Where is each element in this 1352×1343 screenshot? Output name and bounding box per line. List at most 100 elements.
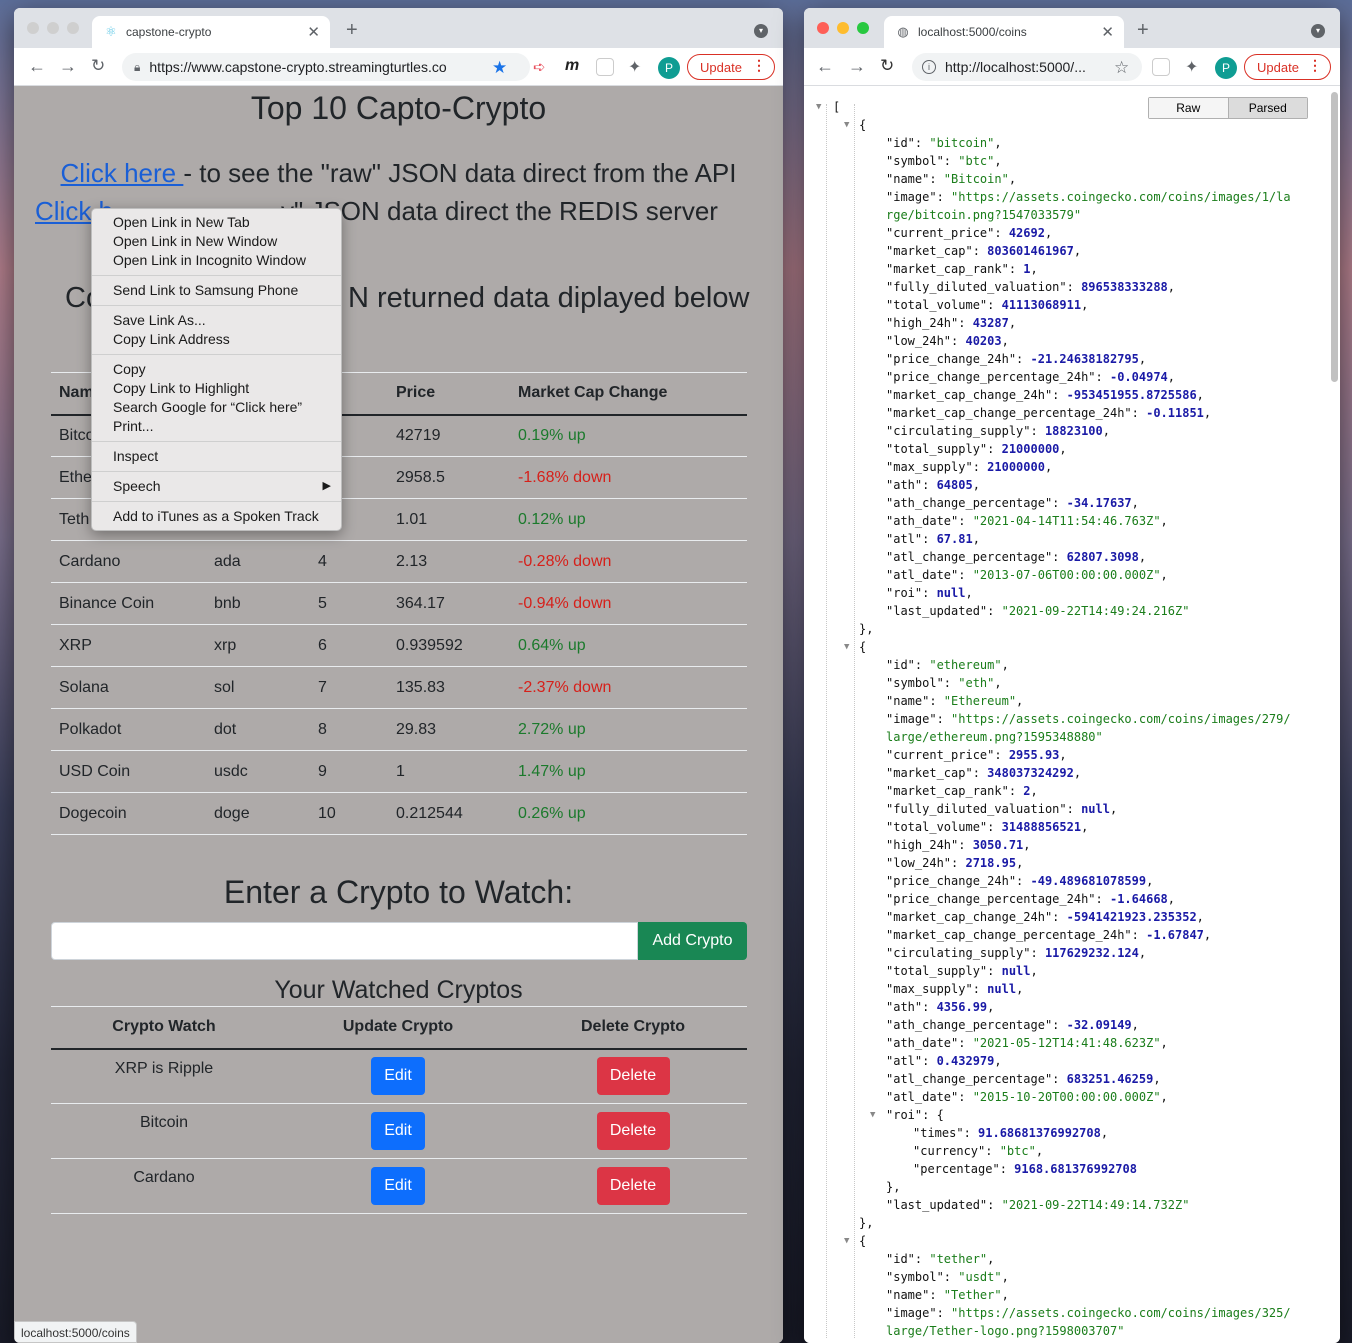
address-bar[interactable]: i http://localhost:5000/... <box>912 53 1142 81</box>
delete-button[interactable]: Delete <box>596 1112 670 1150</box>
close-tab-icon[interactable]: ✕ <box>307 23 320 41</box>
context-menu-item[interactable]: Copy Link to Highlight <box>92 379 341 398</box>
context-menu-item-label: Save Link As... <box>113 312 206 328</box>
json-line: "total_volume": 41113068911, <box>886 296 1088 314</box>
forward-icon[interactable]: → <box>59 56 77 77</box>
extension-arrow-icon[interactable]: ➪ <box>533 58 546 76</box>
json-line: "atl_change_percentage": 62807.3098, <box>886 548 1146 566</box>
toolbar: ← → ↻ i http://localhost:5000/... ☆ ✦ P … <box>804 48 1340 86</box>
new-tab-button[interactable]: + <box>1137 19 1149 42</box>
raw-toggle[interactable]: Raw <box>1149 98 1229 118</box>
extension-box-icon[interactable] <box>596 58 614 76</box>
context-menu-item[interactable]: Copy <box>92 360 341 379</box>
json-line: large/Tether-logo.png?1598003707" <box>886 1322 1124 1340</box>
new-tab-button[interactable]: + <box>346 19 358 42</box>
json-comma: , <box>1138 352 1147 366</box>
context-menu-item[interactable]: Send Link to Samsung Phone <box>92 281 341 300</box>
profile-avatar[interactable]: P <box>658 57 680 79</box>
context-menu-item[interactable]: Open Link in Incognito Window <box>92 251 341 270</box>
collapse-triangle-icon[interactable]: ▼ <box>844 116 849 134</box>
bookmark-star-icon[interactable]: ☆ <box>1114 58 1129 78</box>
json-key: "high_24h": <box>886 838 973 852</box>
json-key: "low_24h": <box>886 334 966 348</box>
profile-avatar[interactable]: P <box>1215 57 1237 79</box>
add-crypto-form: Add Crypto <box>51 922 747 960</box>
json-key: { <box>859 118 867 132</box>
context-menu-item[interactable]: Print... <box>92 417 341 436</box>
market-row: XRP xrp 6 0.939592 0.64% up <box>51 624 747 667</box>
json-comma: , <box>1008 172 1017 186</box>
json-line: rge/bitcoin.png?1547033579" <box>886 206 1081 224</box>
collapse-triangle-icon[interactable]: ▼ <box>844 1232 849 1250</box>
reload-icon[interactable]: ↻ <box>91 56 105 76</box>
cell-change: 0.26% up <box>510 792 747 835</box>
json-value: 18823100 <box>1044 424 1103 438</box>
json-line: "current_price": 42692, <box>886 224 1052 242</box>
json-line: "price_change_percentage_24h": -1.64668, <box>886 890 1175 908</box>
json-line: "price_change_24h": -49.489681078599, <box>886 872 1153 890</box>
delete-button[interactable]: Delete <box>596 1057 670 1096</box>
back-icon[interactable]: ← <box>816 56 834 77</box>
context-menu-item[interactable]: Add to iTunes as a Spoken Track <box>92 507 341 526</box>
json-comma: , <box>972 478 980 492</box>
address-bar[interactable]: 🔒︎ https://www.capstone-crypto.streaming… <box>122 53 530 81</box>
cell-name: Cardano <box>51 540 206 583</box>
col-market-cap-change: Market Cap Change <box>510 372 747 416</box>
json-value: 348037324292 <box>987 766 1074 780</box>
browser-window-right: ◍ localhost:5000/coins ✕ + ▾ ← → ↻ i htt… <box>804 8 1340 1343</box>
extensions-puzzle-icon[interactable]: ✦ <box>628 57 641 77</box>
context-menu-item[interactable]: Copy Link Address <box>92 330 341 349</box>
json-comma: , <box>1001 1288 1009 1302</box>
context-menu-item[interactable]: Open Link in New Window <box>92 232 341 251</box>
edit-button[interactable]: Edit <box>371 1167 425 1205</box>
cell-price: 1 <box>388 750 510 793</box>
collapse-triangle-icon[interactable]: ▼ <box>816 98 821 116</box>
json-line: "atl": 67.81, <box>886 530 980 548</box>
json-comma: , <box>1008 316 1017 330</box>
tab-search-icon[interactable]: ▾ <box>1311 24 1325 38</box>
reload-icon[interactable]: ↻ <box>880 56 894 76</box>
json-line: "circulating_supply": 117629232.124, <box>886 944 1146 962</box>
close-window-button[interactable] <box>817 22 829 34</box>
minimize-window-button[interactable] <box>47 22 59 34</box>
collapse-triangle-icon[interactable]: ▼ <box>844 638 849 656</box>
delete-button[interactable]: Delete <box>596 1167 670 1205</box>
json-line: "atl_date": "2015-10-20T00:00:00.000Z", <box>886 1088 1168 1106</box>
bookmark-star-icon[interactable]: ★ <box>492 58 507 78</box>
menu-separator <box>92 441 341 442</box>
back-icon[interactable]: ← <box>28 56 46 77</box>
raw-api-link[interactable]: Click here <box>61 158 184 188</box>
update-button[interactable]: Update ⋮ <box>687 54 775 80</box>
context-menu: Open Link in New Tab Open Link in New Win… <box>91 208 342 531</box>
forward-icon[interactable]: → <box>848 56 866 77</box>
edit-button[interactable]: Edit <box>371 1057 425 1096</box>
crypto-input[interactable] <box>51 922 638 960</box>
extensions-puzzle-icon[interactable]: ✦ <box>1185 57 1198 77</box>
edit-button[interactable]: Edit <box>371 1112 425 1150</box>
extension-box-icon[interactable] <box>1152 58 1170 76</box>
extension-m-icon[interactable]: m <box>565 57 579 75</box>
update-button[interactable]: Update ⋮ <box>1244 54 1331 80</box>
json-key: "roi": { <box>886 1108 944 1122</box>
parsed-toggle[interactable]: Parsed <box>1228 98 1307 118</box>
close-tab-icon[interactable]: ✕ <box>1101 23 1114 41</box>
json-key: [ <box>833 100 841 114</box>
context-menu-item[interactable]: Open Link in New Tab <box>92 213 341 232</box>
json-line: "id": "ethereum", <box>886 656 1009 674</box>
json-value: "btc" <box>999 1144 1036 1158</box>
zoom-window-button[interactable] <box>67 22 79 34</box>
collapse-triangle-icon[interactable]: ▼ <box>870 1106 875 1124</box>
json-key: "high_24h": <box>886 316 973 330</box>
tab-capstone-crypto[interactable]: ⚛ capstone-crypto ✕ <box>92 16 330 48</box>
add-crypto-button[interactable]: Add Crypto <box>638 922 747 960</box>
zoom-window-button[interactable] <box>857 22 869 34</box>
context-menu-item[interactable]: Search Google for “Click here” <box>92 398 341 417</box>
tab-search-icon[interactable]: ▾ <box>754 24 768 38</box>
context-menu-item[interactable]: Save Link As... <box>92 311 341 330</box>
minimize-window-button[interactable] <box>837 22 849 34</box>
context-menu-item[interactable]: Speech ▶ <box>92 477 341 496</box>
tab-localhost-coins[interactable]: ◍ localhost:5000/coins ✕ <box>884 16 1124 48</box>
close-window-button[interactable] <box>27 22 39 34</box>
context-menu-item[interactable]: Inspect <box>92 447 341 466</box>
scrollbar[interactable] <box>1331 92 1338 382</box>
